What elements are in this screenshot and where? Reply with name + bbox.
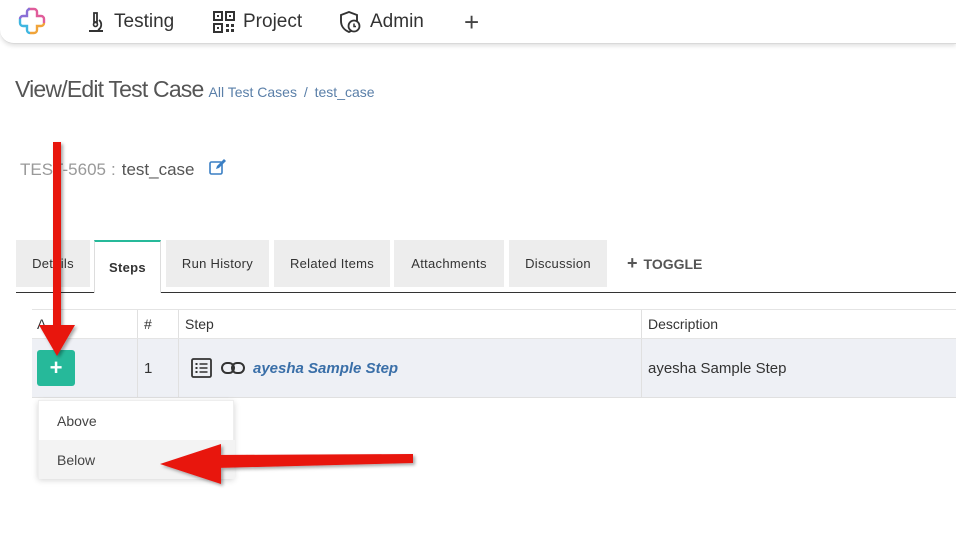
header-actions: A — [32, 310, 137, 338]
tab-related-items[interactable]: Related Items — [274, 240, 390, 287]
step-link[interactable]: ayesha Sample Step — [253, 360, 398, 377]
row-num-cell: 1 — [137, 339, 178, 397]
tab-steps[interactable]: Steps — [94, 240, 161, 293]
tab-details[interactable]: Details — [16, 240, 90, 287]
dropdown-item-above-label: Above — [57, 412, 97, 429]
plus-icon: + — [49, 355, 63, 380]
plus-icon: + — [464, 6, 480, 37]
microscope-icon — [89, 12, 103, 32]
breadcrumb-all-test-cases[interactable]: All Test Cases — [209, 84, 297, 100]
tab-attachments-label: Attachments — [411, 256, 487, 271]
toggle-button[interactable]: + TOGGLE — [627, 240, 702, 287]
top-navbar: Testing Project Admin + — [0, 0, 956, 44]
breadcrumb-separator: / — [303, 84, 308, 100]
tab-run-history-label: Run History — [181, 256, 254, 271]
tab-steps-label: Steps — [109, 260, 146, 275]
nav-testing-label: Testing — [114, 11, 175, 32]
header-num: # — [137, 310, 178, 338]
row-number: 1 — [144, 359, 153, 377]
breadcrumb-current[interactable]: test_case — [315, 84, 375, 100]
plus-icon: + — [627, 253, 638, 273]
nav-add-button[interactable]: + — [464, 0, 479, 44]
list-icon[interactable] — [191, 358, 213, 378]
qr-code-icon — [213, 11, 235, 33]
grid-header: A # Step Description — [32, 309, 956, 339]
title-row: View/Edit Test Case All Test Cases / tes… — [15, 76, 375, 103]
add-step-button[interactable]: + — [37, 350, 75, 386]
link-icon[interactable] — [221, 361, 245, 375]
nav-project-label: Project — [243, 11, 303, 32]
nav-testing[interactable]: Testing — [86, 0, 174, 44]
tab-related-items-label: Related Items — [289, 256, 375, 271]
tab-discussion-label: Discussion — [525, 256, 591, 271]
header-num-label: # — [144, 316, 152, 332]
row-actions-cell: + — [32, 339, 137, 397]
dropdown-item-above[interactable]: Above — [39, 401, 235, 440]
insert-step-dropdown: Above Below — [38, 400, 235, 479]
row-description-cell: ayesha Sample Step — [641, 339, 956, 397]
tab-details-label: Details — [32, 256, 74, 271]
row-step-cell: ayesha Sample Step — [178, 339, 641, 397]
table-row: + 1 ayesha Sample Step ayesha Sample Ste… — [32, 339, 956, 398]
tab-bar: Details Steps Run History Related Items … — [16, 240, 956, 293]
nav-admin[interactable]: Admin — [340, 0, 424, 44]
header-description: Description — [641, 310, 956, 338]
row-description: ayesha Sample Step — [648, 359, 787, 377]
nav-project[interactable]: Project — [213, 0, 302, 44]
tab-discussion[interactable]: Discussion — [509, 240, 607, 287]
breadcrumb: All Test Cases / test_case — [209, 84, 375, 100]
nav-admin-label: Admin — [370, 11, 424, 32]
test-case-heading: TEST-5605 : test_case — [20, 159, 227, 180]
test-case-name: test_case — [121, 159, 195, 179]
test-case-separator: : — [111, 159, 116, 179]
header-description-label: Description — [648, 316, 719, 332]
header-actions-label: A — [37, 316, 47, 332]
toggle-label: TOGGLE — [643, 255, 703, 272]
dropdown-item-below[interactable]: Below — [39, 440, 235, 479]
header-step: Step — [178, 310, 641, 338]
tab-run-history[interactable]: Run History — [166, 240, 269, 287]
test-case-code: TEST-5605 — [20, 159, 106, 179]
edit-icon[interactable] — [208, 159, 227, 180]
dropdown-item-below-label: Below — [57, 451, 96, 468]
shield-clock-icon — [340, 11, 361, 33]
header-step-label: Step — [185, 316, 214, 332]
app-logo-icon[interactable] — [17, 6, 47, 36]
page-title: View/Edit Test Case — [15, 76, 204, 102]
tab-attachments[interactable]: Attachments — [394, 240, 504, 287]
